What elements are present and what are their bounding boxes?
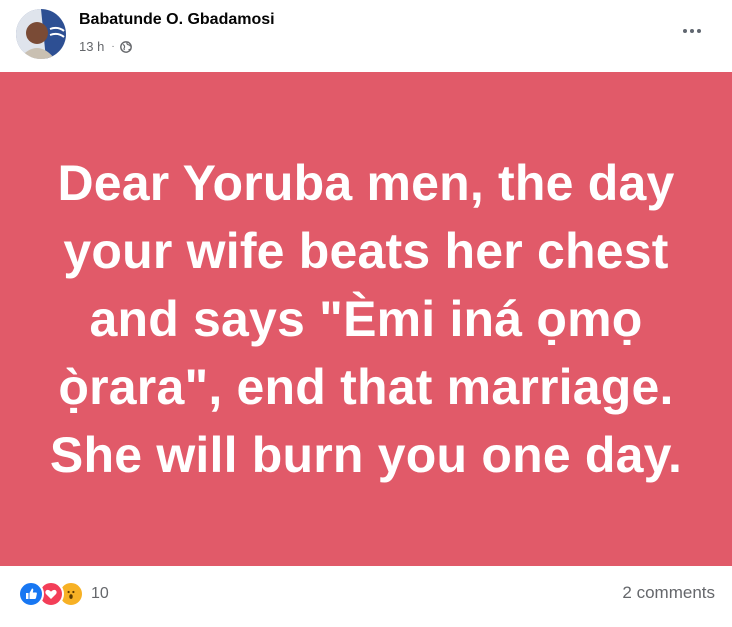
reactions-summary[interactable]: 10 [18,581,109,607]
author-name[interactable]: Babatunde O. Gbadamosi [79,11,275,29]
comments-count-link[interactable]: 2 comments [622,583,715,603]
author-avatar[interactable] [16,9,66,59]
post-meta: 13 h · [79,39,132,54]
post-text: Dear Yoruba men, the day your wife beats… [49,155,683,483]
facebook-post: Babatunde O. Gbadamosi 13 h · Dear Yorub… [0,0,732,627]
meta-separator: · [111,41,115,52]
text-post-card: Dear Yoruba men, the day your wife beats… [0,72,732,566]
reaction-count: 10 [91,585,109,602]
like-icon [18,581,44,607]
post-timestamp[interactable]: 13 h [79,39,104,54]
post-footer: 10 2 comments [0,566,732,627]
more-options-icon[interactable] [672,16,712,46]
post-header: Babatunde O. Gbadamosi 13 h · [0,0,732,72]
globe-icon [119,40,132,53]
